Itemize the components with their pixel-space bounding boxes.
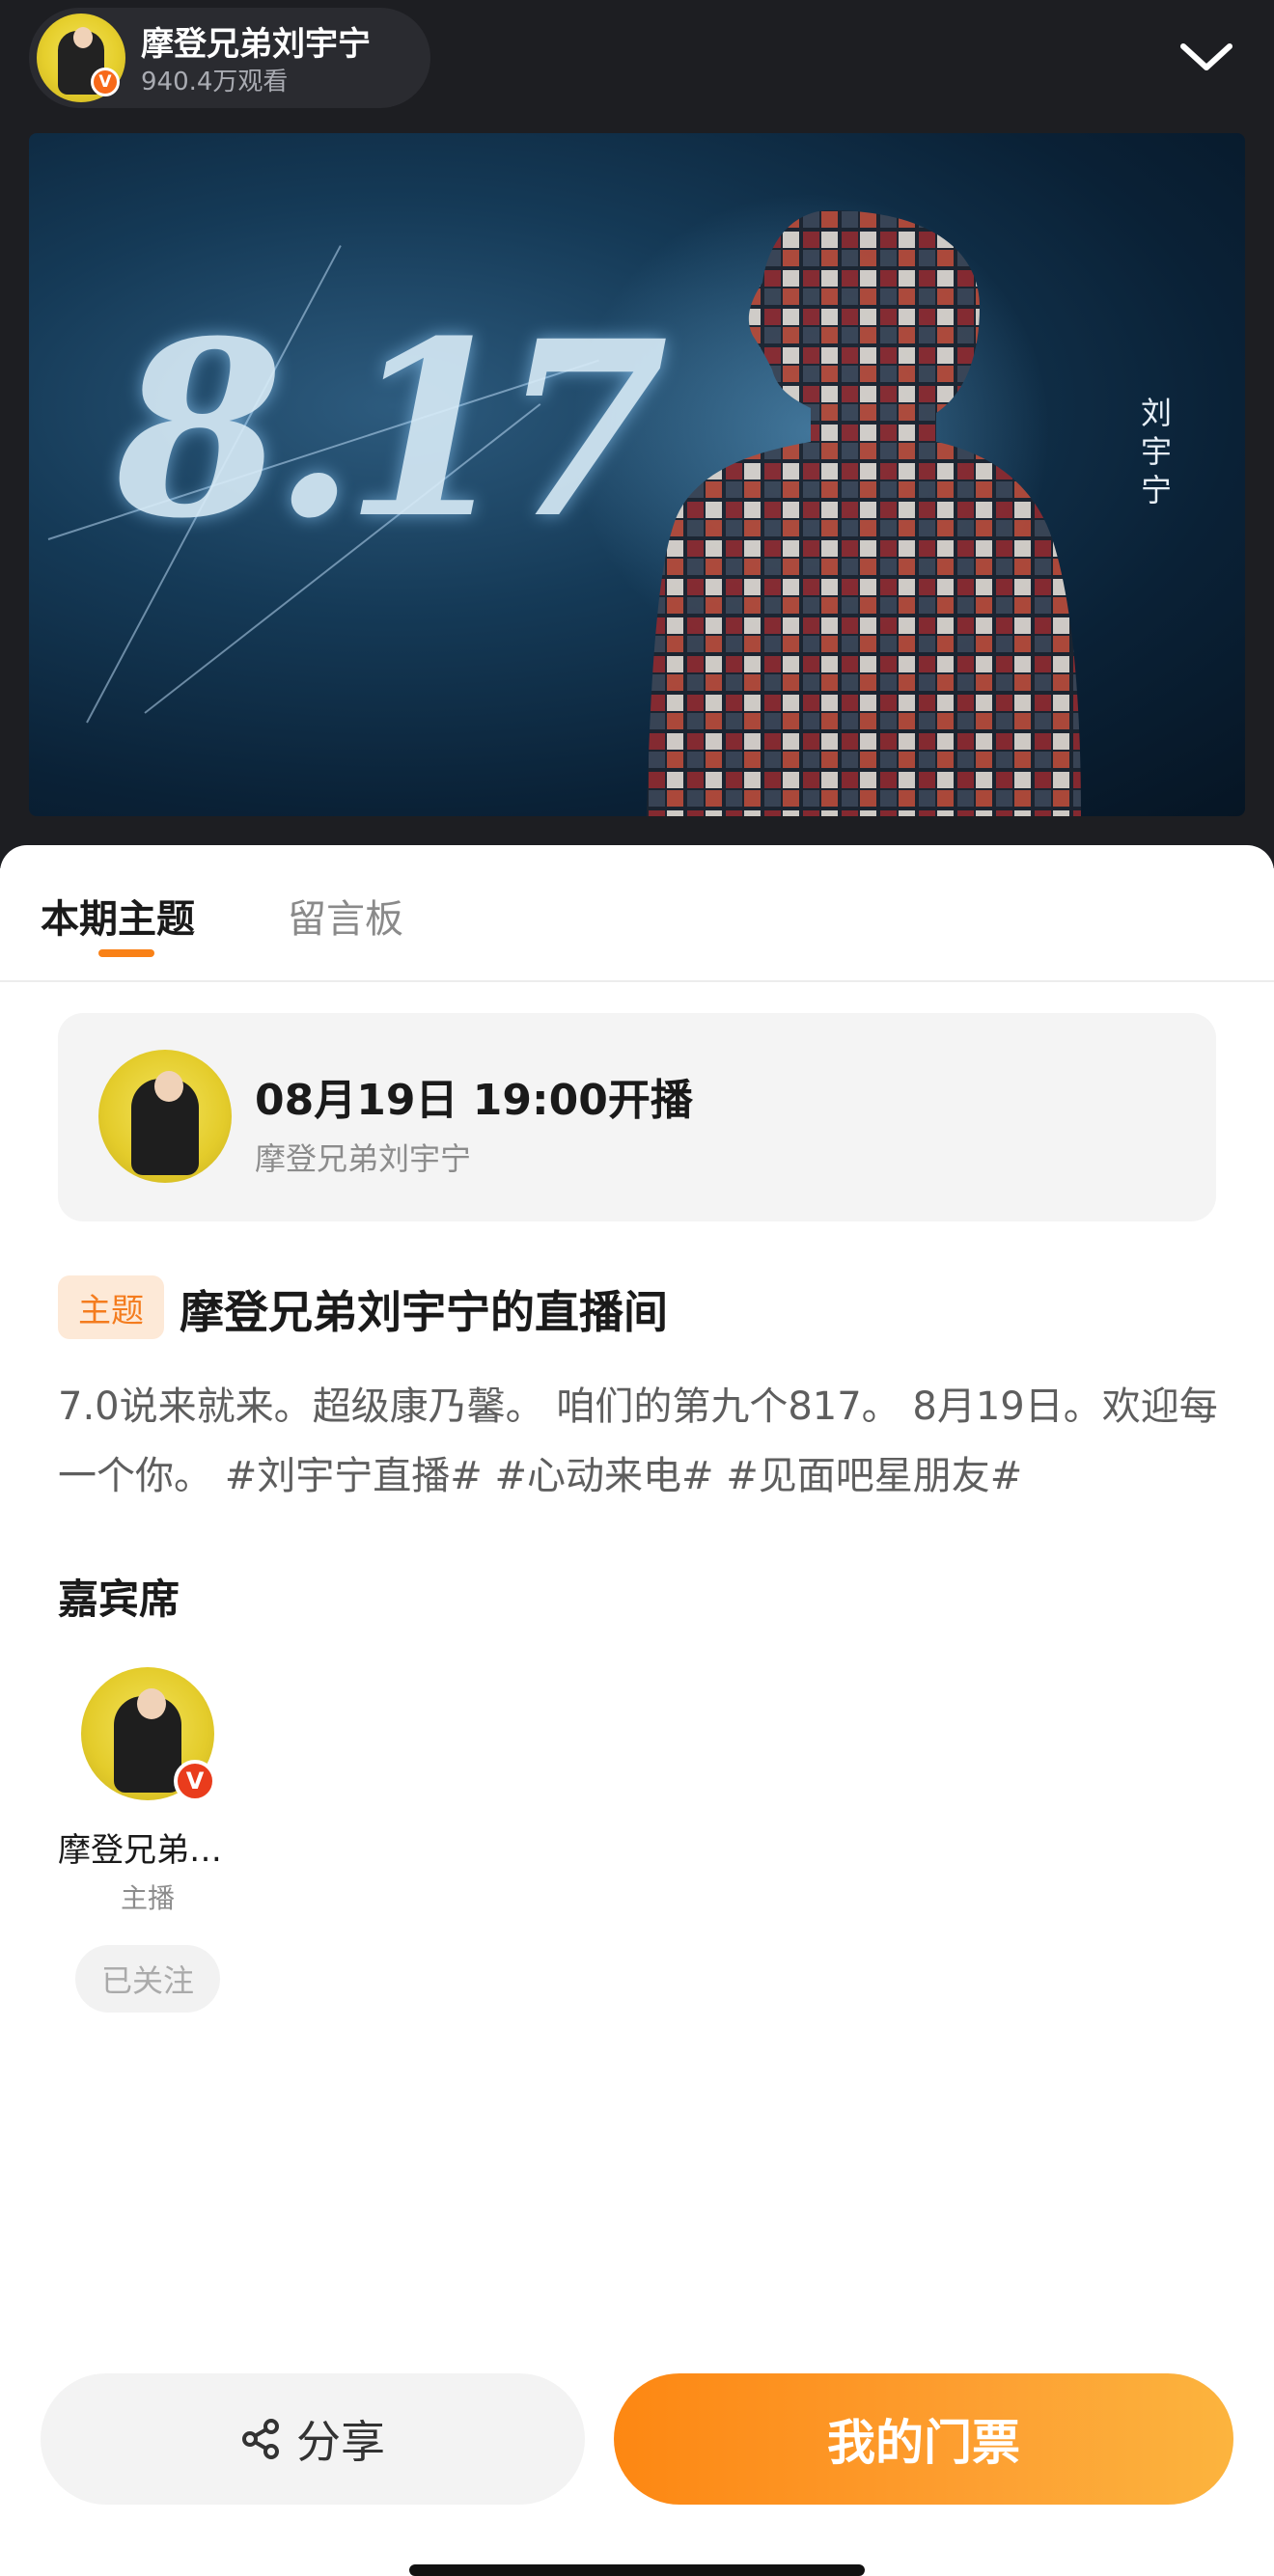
theme-title: 摩登兄弟刘宇宁的直播间 [180,1286,668,1338]
live-poster: 8.17 刘宇宁 [29,133,1245,816]
share-label: 分享 [296,2416,385,2468]
share-icon [242,2419,279,2459]
schedule-host: 摩登兄弟刘宇宁 [255,1140,472,1177]
host-name[interactable]: 摩登兄弟刘宇宁 [141,17,371,65]
follow-button[interactable]: 已关注 [75,1945,220,2013]
home-indicator [409,2564,865,2576]
poster-date-text: 8.17 [116,288,669,571]
live-header-area: V 摩登兄弟刘宇宁 940.4万观看 8.17 刘宇宁 [0,0,1274,868]
poster-side-text: 刘宇宁 [1140,395,1172,508]
share-button[interactable]: 分享 [41,2373,585,2505]
guest-role: 主播 [120,1882,175,1914]
verified-badge-icon: V [91,68,120,96]
verified-badge-icon: V [174,1760,216,1802]
guests-title: 嘉宾席 [58,1576,180,1623]
chevron-down-icon[interactable] [1168,29,1245,87]
schedule-avatar [98,1050,232,1183]
schedule-time: 08月19日 19:00开播 [255,1076,693,1125]
tab-message-board[interactable]: 留言板 [288,888,403,944]
my-ticket-button[interactable]: 我的门票 [614,2373,1233,2505]
poster-silhouette [647,210,1081,816]
avatar-face [154,1071,183,1102]
active-tab-indicator [98,949,154,957]
schedule-card[interactable]: 08月19日 19:00开播 摩登兄弟刘宇宁 [58,1013,1216,1221]
tabs-divider [0,980,1274,982]
theme-tag: 主题 [58,1275,164,1339]
view-count: 940.4万观看 [141,68,289,96]
detail-sheet: 本期主题 留言板 08月19日 19:00开播 摩登兄弟刘宇宁 主题 摩登兄弟刘… [0,845,1274,2572]
theme-description: 7.0说来就来。超级康乃馨。 咱们的第九个817。 8月19日。欢迎每一个你。 … [58,1384,1218,1498]
avatar-face [73,27,93,48]
guest-name[interactable]: 摩登兄弟… [58,1823,251,1871]
tab-current-theme[interactable]: 本期主题 [41,888,195,944]
avatar-face [137,1688,166,1719]
